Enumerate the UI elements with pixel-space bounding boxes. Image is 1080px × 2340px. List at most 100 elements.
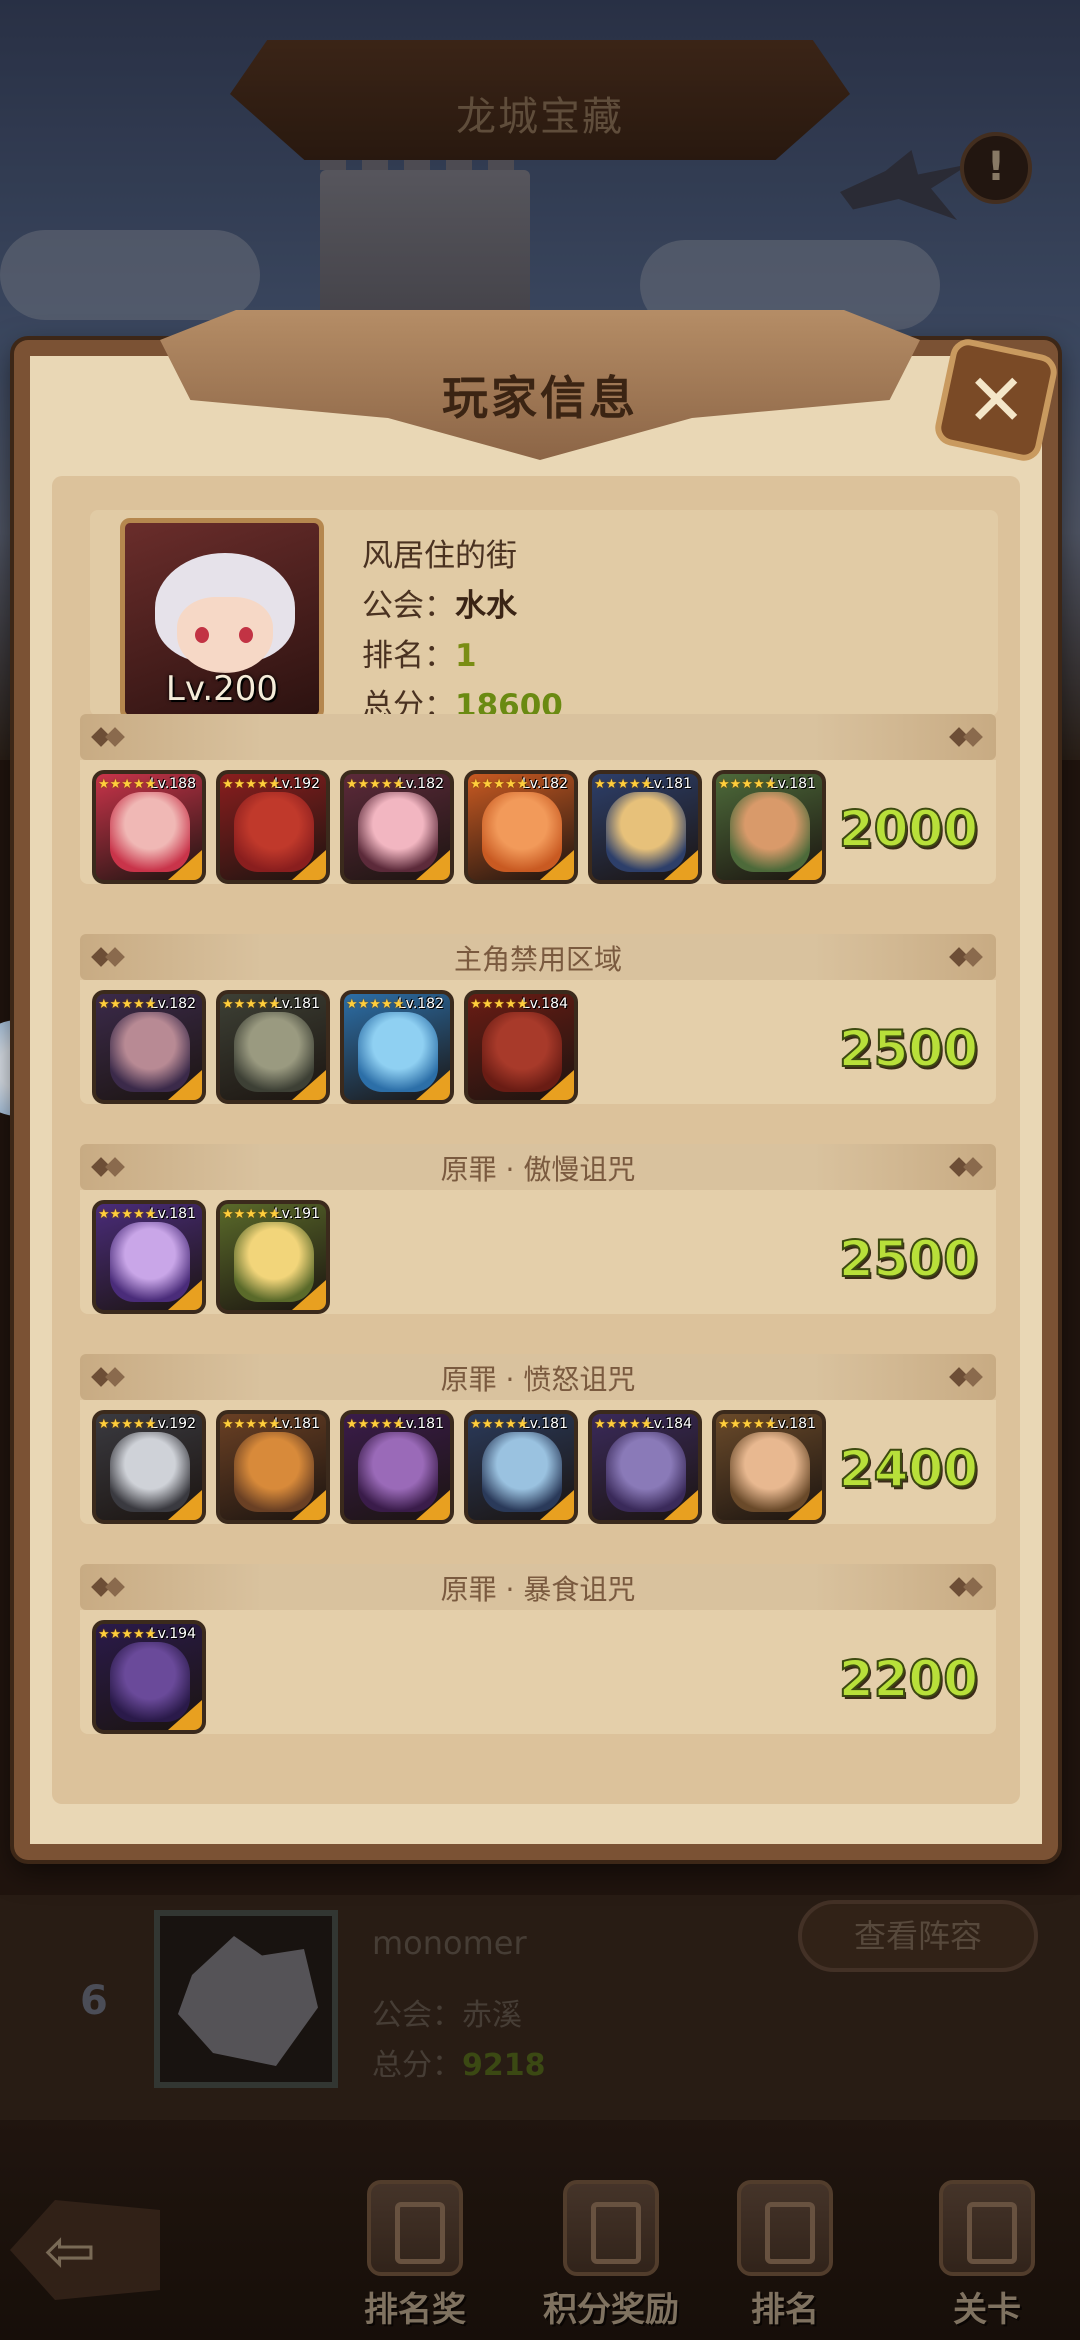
star-rank-icon: ★★★★★ [222, 777, 281, 792]
page-title: 龙城宝藏 [456, 94, 624, 140]
nav-label: 积分奖励 [543, 2290, 679, 2330]
player-rank: 排名：1 [362, 630, 477, 675]
hero-card[interactable]: Lv.192 ★★★★★ [92, 1410, 206, 1524]
hero-portrait [110, 1012, 190, 1092]
nav-ranking[interactable]: 排名 [710, 2180, 860, 2331]
hero-level: Lv.191 [273, 1206, 320, 1222]
hero-card[interactable]: Lv.184 ★★★★★ [464, 990, 578, 1104]
hero-level: Lv.181 [273, 996, 320, 1012]
hero-level: Lv.184 [521, 996, 568, 1012]
hero-card[interactable]: Lv.182 ★★★★★ [92, 990, 206, 1104]
row-player-name: monomer [372, 1924, 527, 1962]
cloud-decoration [0, 230, 260, 320]
hero-level: Lv.181 [149, 1206, 196, 1222]
stage-icon [939, 2180, 1035, 2276]
hero-level: Lv.181 [397, 1416, 444, 1432]
section-title: 原罪 · 暴食诅咒 [440, 1573, 636, 1606]
hero-portrait [110, 792, 190, 872]
hero-card[interactable]: Lv.181 ★★★★★ [216, 1410, 330, 1524]
points-icon [563, 2180, 659, 2276]
star-rank-icon: ★★★★★ [222, 997, 281, 1012]
diamond-ornament-icon [94, 726, 124, 748]
hero-card[interactable]: Lv.181 ★★★★★ [340, 1410, 454, 1524]
row-guild: 公会：赤溪 [372, 1990, 522, 2034]
row-guild-value: 赤溪 [462, 1998, 522, 2033]
hero-portrait [110, 1432, 190, 1512]
hero-card[interactable]: Lv.188 ★★★★★ [92, 770, 206, 884]
hero-level: Lv.182 [149, 996, 196, 1012]
section-body: Lv.181 ★★★★★ Lv.191 ★★★★★ 2500 [80, 1190, 996, 1314]
hero-portrait [234, 1222, 314, 1302]
section-score: 2500 [838, 1019, 979, 1079]
hero-portrait [606, 792, 686, 872]
hero-card[interactable]: Lv.182 ★★★★★ [340, 990, 454, 1104]
section-header: 原罪 · 暴食诅咒 [80, 1564, 996, 1610]
close-button[interactable]: ✕ [931, 335, 1061, 465]
nav-label: 排名奖 [364, 2290, 466, 2330]
hero-portrait [110, 1642, 190, 1722]
hero-card[interactable]: Lv.181 ★★★★★ [712, 1410, 826, 1524]
star-rank-icon: ★★★★★ [470, 997, 529, 1012]
star-rank-icon: ★★★★★ [594, 777, 653, 792]
dragon-silhouette [840, 150, 970, 220]
nav-points-reward[interactable]: 积分奖励 [536, 2180, 686, 2331]
view-lineup-button[interactable]: 查看阵容 [798, 1900, 1038, 1972]
close-icon: ✕ [965, 357, 1027, 442]
hero-portrait [234, 792, 314, 872]
hero-card[interactable]: Lv.194 ★★★★★ [92, 1620, 206, 1734]
hero-portrait [234, 1432, 314, 1512]
player-guild: 公会：水水 [362, 580, 517, 625]
nav-stage[interactable]: 关卡 [912, 2180, 1062, 2331]
hero-level: Lv.181 [769, 1416, 816, 1432]
nav-label: 排名 [751, 2290, 819, 2330]
hero-level: Lv.181 [645, 776, 692, 792]
back-arrow-icon: ⇦ [44, 2214, 96, 2287]
row-score: 总分：9218 [372, 2040, 546, 2084]
nav-rank-reward[interactable]: 排名奖 [340, 2180, 490, 2331]
star-rank-icon: ★★★★★ [98, 1627, 157, 1642]
hero-row: Lv.188 ★★★★★ Lv.192 ★★★★★ Lv.182 ★★★★★ Lv.182 ★… [92, 770, 826, 884]
hero-level: Lv.182 [521, 776, 568, 792]
guild-value: 水水 [455, 588, 517, 624]
hero-card[interactable]: Lv.182 ★★★★★ [340, 770, 454, 884]
hero-card[interactable]: Lv.181 ★★★★★ [712, 770, 826, 884]
hero-level: Lv.181 [273, 1416, 320, 1432]
hero-card[interactable]: Lv.181 ★★★★★ [588, 770, 702, 884]
hero-level: Lv.181 [769, 776, 816, 792]
hero-card[interactable]: Lv.191 ★★★★★ [216, 1200, 330, 1314]
section-title: 原罪 · 傲慢诅咒 [440, 1153, 636, 1186]
hero-level: Lv.188 [149, 776, 196, 792]
star-rank-icon: ★★★★★ [346, 1417, 405, 1432]
hero-card[interactable]: Lv.181 ★★★★★ [216, 990, 330, 1104]
hero-level: Lv.194 [149, 1626, 196, 1642]
hero-row: Lv.194 ★★★★★ [92, 1620, 206, 1734]
reward-icon [367, 2180, 463, 2276]
info-button[interactable]: ! [960, 132, 1032, 204]
section-header: 原罪 · 愤怒诅咒 [80, 1354, 996, 1400]
hero-card[interactable]: Lv.182 ★★★★★ [464, 770, 578, 884]
hero-portrait [358, 1432, 438, 1512]
star-rank-icon: ★★★★★ [222, 1417, 281, 1432]
star-rank-icon: ★★★★★ [98, 777, 157, 792]
avatar-eye [195, 627, 209, 643]
player-name: 风居住的街 [362, 538, 517, 574]
hero-card[interactable]: Lv.181 ★★★★★ [92, 1200, 206, 1314]
star-rank-icon: ★★★★★ [718, 777, 777, 792]
row-guild-label: 公会： [372, 1998, 462, 2033]
hero-row: Lv.192 ★★★★★ Lv.181 ★★★★★ Lv.181 ★★★★★ Lv.181 ★… [92, 1410, 826, 1524]
section-header [80, 714, 996, 760]
hero-portrait [482, 792, 562, 872]
nav-label: 关卡 [953, 2290, 1021, 2330]
star-rank-icon: ★★★★★ [98, 1207, 157, 1222]
hero-portrait [358, 1012, 438, 1092]
star-rank-icon: ★★★★★ [222, 1207, 281, 1222]
hero-portrait [606, 1432, 686, 1512]
star-rank-icon: ★★★★★ [594, 1417, 653, 1432]
hero-card[interactable]: Lv.181 ★★★★★ [464, 1410, 578, 1524]
rank-label: 排名： [362, 638, 455, 674]
hero-portrait [234, 1012, 314, 1092]
hero-card[interactable]: Lv.192 ★★★★★ [216, 770, 330, 884]
player-level: Lv.200 [165, 669, 279, 709]
star-rank-icon: ★★★★★ [470, 1417, 529, 1432]
hero-card[interactable]: Lv.184 ★★★★★ [588, 1410, 702, 1524]
